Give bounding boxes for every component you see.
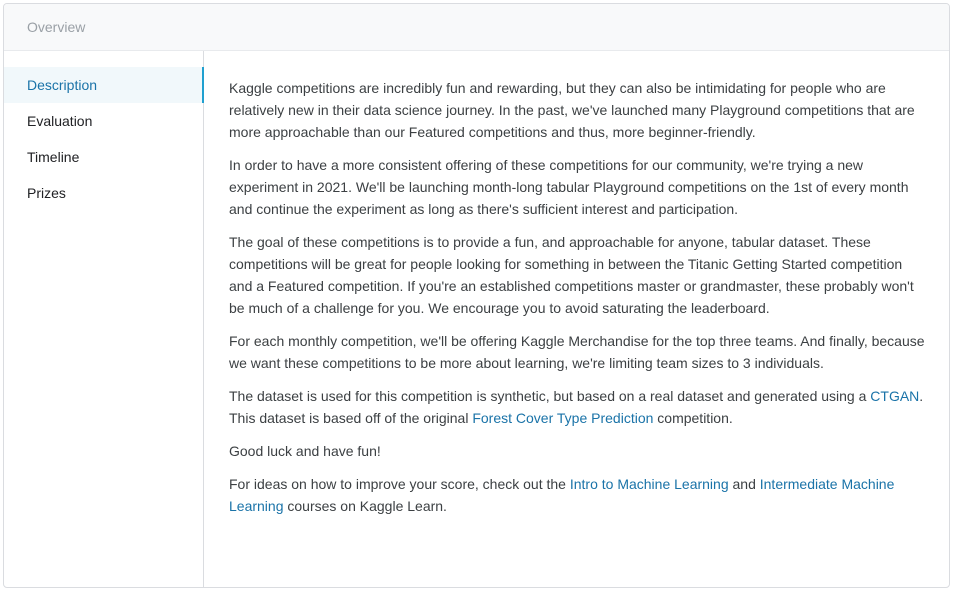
- sidebar-item-label: Timeline: [27, 149, 80, 165]
- description-paragraph: For each monthly competition, we'll be o…: [229, 333, 925, 371]
- paragraph-text: competition.: [653, 410, 733, 426]
- sidebar-item-description[interactable]: Description: [4, 67, 204, 103]
- sidebar-item-label: Prizes: [27, 185, 66, 201]
- description-paragraph: The goal of these competitions is to pro…: [229, 234, 914, 316]
- sidebar-item-timeline[interactable]: Timeline: [4, 139, 203, 175]
- panel-body: Description Evaluation Timeline Prizes K…: [4, 51, 949, 587]
- sidebar-item-label: Evaluation: [27, 113, 93, 129]
- sidebar-item-label: Description: [27, 77, 98, 93]
- description-paragraph: For ideas on how to improve your score, …: [229, 473, 927, 517]
- description-paragraph: In order to have a more consistent offer…: [229, 157, 909, 217]
- sidebar-item-prizes[interactable]: Prizes: [4, 175, 203, 211]
- paragraph-text: and: [728, 476, 760, 492]
- panel-header: Overview: [4, 4, 949, 51]
- panel-title: Overview: [27, 19, 86, 35]
- description-paragraph: The dataset is used for this competition…: [229, 385, 927, 429]
- sidebar-nav: Description Evaluation Timeline Prizes: [4, 51, 204, 587]
- overview-panel: Overview Description Evaluation Timeline…: [3, 3, 950, 588]
- forest-cover-type-prediction-link[interactable]: Forest Cover Type Prediction: [472, 410, 653, 426]
- intro-to-ml-link[interactable]: Intro to Machine Learning: [570, 476, 729, 492]
- paragraph-text: The dataset is used for this competition…: [229, 388, 871, 404]
- ctgan-link[interactable]: CTGAN: [870, 388, 919, 404]
- description-paragraph: Kaggle competitions are incredibly fun a…: [229, 80, 915, 140]
- paragraph-text: For ideas on how to improve your score, …: [229, 476, 570, 492]
- paragraph-text: courses on Kaggle Learn.: [283, 498, 447, 514]
- description-content: Kaggle competitions are incredibly fun a…: [204, 51, 949, 587]
- sidebar-item-evaluation[interactable]: Evaluation: [4, 103, 203, 139]
- description-paragraph: Good luck and have fun!: [229, 443, 381, 459]
